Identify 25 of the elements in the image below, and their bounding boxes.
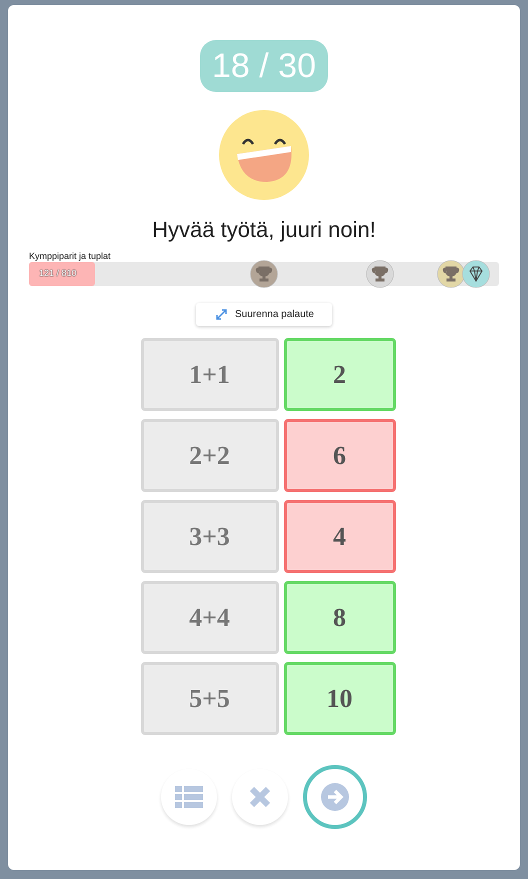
question-card: 1+1 (140, 338, 278, 411)
question-card: 3+3 (140, 500, 278, 573)
trophy-icon (437, 260, 466, 288)
list-icon (175, 786, 203, 808)
question-card: 4+4 (140, 581, 278, 654)
laughing-face-icon (219, 110, 309, 200)
feedback-message: Hyvää työtä, juuri noin! (152, 217, 376, 243)
answer-card: 6 (284, 419, 396, 492)
progress-reading: 121 / 810 (39, 268, 77, 278)
expand-icon (216, 309, 228, 320)
close-icon (249, 786, 271, 808)
trophy-icon (250, 260, 278, 288)
answer-card: 10 (284, 662, 396, 735)
score-badge: 18 / 30 (200, 40, 328, 92)
expand-feedback-button[interactable]: Suurenna palaute (196, 303, 332, 326)
trophy-icon (366, 260, 394, 288)
progress-label: Kymppiparit ja tuplat (29, 251, 112, 262)
answer-card: 8 (284, 581, 396, 654)
question-card: 5+5 (140, 662, 278, 735)
question-card: 2+2 (140, 419, 278, 492)
answer-card: 4 (284, 500, 396, 573)
answer-card: 2 (284, 338, 396, 411)
arrow-right-icon (321, 783, 349, 811)
list-button[interactable] (161, 769, 217, 825)
close-button[interactable] (232, 769, 288, 825)
